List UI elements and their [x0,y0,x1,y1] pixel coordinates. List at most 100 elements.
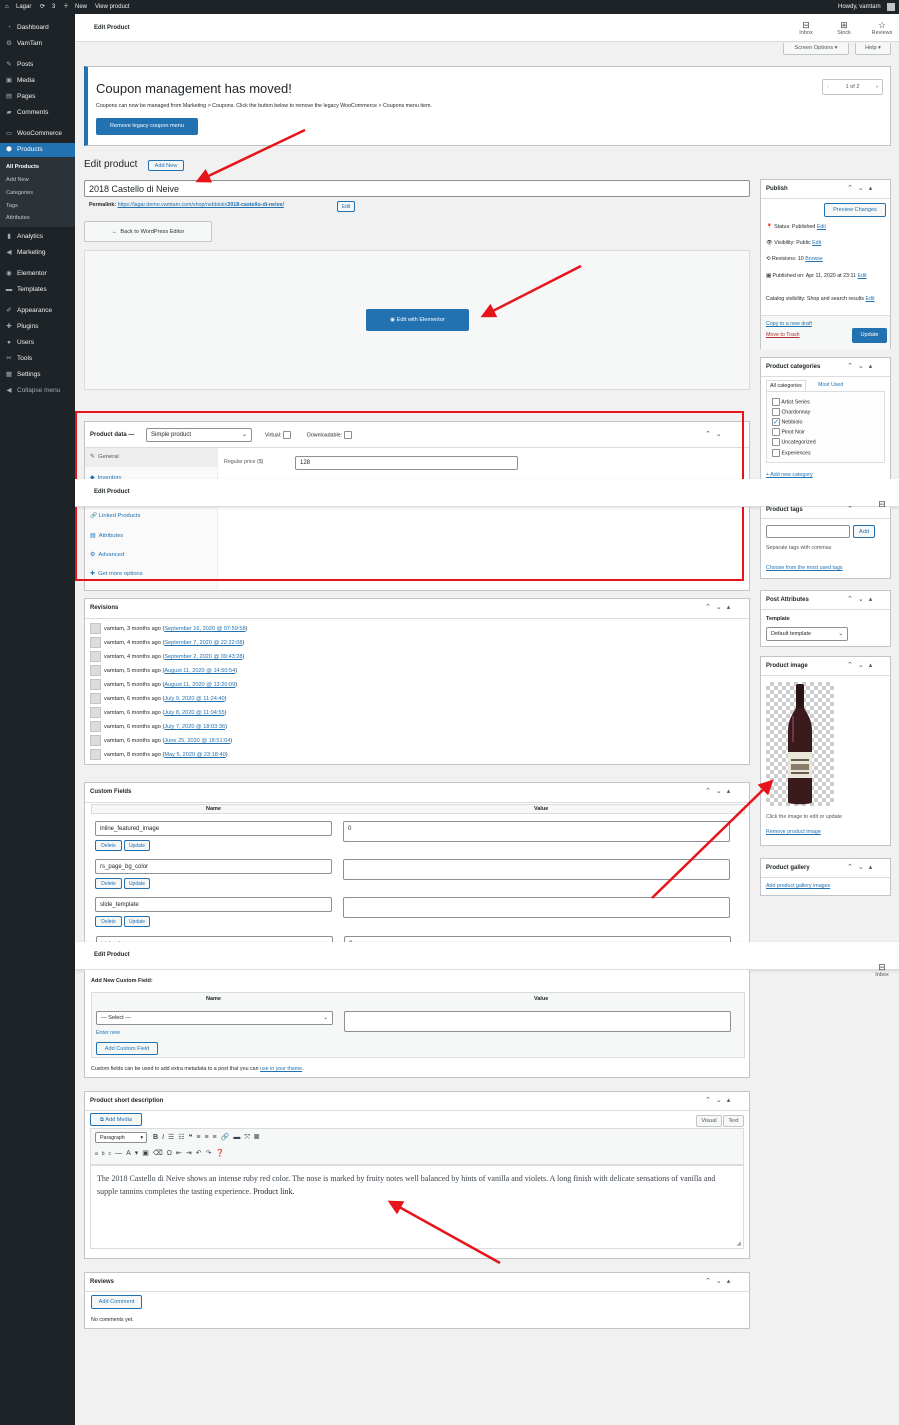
submenu-tags[interactable]: Tags [6,203,18,209]
user-avatar[interactable] [887,3,895,11]
revision-link[interactable]: September 7, 2020 @ 22:22:08 [164,640,242,646]
custom-field-key-select[interactable]: — Select — ⌄ [96,1011,333,1025]
delete-button[interactable]: Delete [95,916,122,927]
gallery-toggles[interactable]: ⌃⌄▴ [847,863,877,871]
add-custom-field-button[interactable]: Add Custom Field [96,1042,158,1055]
category-checkbox[interactable] [772,449,780,457]
permalink-link[interactable]: https://lagar.demo.vamtam.com/shop/nebbi… [118,202,284,208]
sticky-inbox-button[interactable]: ⊟Inbox [868,962,896,978]
sidebar-item-analytics[interactable]: ▮ Analytics [0,230,75,244]
choose-tags-link[interactable]: Choose from the most used tags [766,565,843,571]
edit-catalog-visibility-link[interactable]: Edit [866,296,875,302]
toolbar-row-1[interactable]: BI☰☷❝≡≡≡🔗▬⤧▦ [153,1133,263,1142]
stock-button[interactable]: ⊞ Stock [830,20,858,36]
visual-tab[interactable]: Visual [696,1115,722,1127]
product-image-toggles[interactable]: ⌃⌄▴ [847,661,877,669]
post-attributes-toggles[interactable]: ⌃⌄▴ [847,595,877,603]
sidebar-item-templates[interactable]: ▬ Templates [0,283,75,297]
add-tag-button[interactable]: Add [853,525,875,538]
sidebar-collapse-menu[interactable]: ◀ Collapse menu [0,384,75,398]
revision-link[interactable]: August 11, 2020 @ 14:50:54 [164,668,235,674]
sidebar-item-elementor[interactable]: ◉ Elementor [0,267,75,281]
revision-link[interactable]: July 7, 2020 @ 18:03:36 [164,724,225,730]
add-media-button[interactable]: ⧉ Add Media [90,1113,142,1126]
category-item[interactable]: Uncategorized [772,438,816,446]
sidebar-item-media[interactable]: ▣ Media [0,74,75,88]
howdy-user-link[interactable]: Howdy, vamtam [838,0,881,14]
category-item[interactable]: Artist Series [772,398,810,406]
browse-revisions-link[interactable]: Browse [805,256,823,262]
category-checkbox[interactable] [772,428,780,436]
add-gallery-images-link[interactable]: Add product gallery images [766,883,830,889]
update-button[interactable]: Update [124,840,150,851]
category-item[interactable]: ✓ Nebbiolo [772,418,802,426]
sidebar-item-posts[interactable]: ✎ Posts [0,58,75,72]
move-to-trash-link[interactable]: Move to Trash [766,332,800,338]
categories-toggles[interactable]: ⌃⌄▴ [847,362,877,370]
screen-options-button[interactable]: Screen Options ▾ [783,43,849,55]
publish-toggles[interactable]: ⌃⌄▴ [847,184,877,192]
custom-field-value-input[interactable] [343,897,730,918]
product-title-input[interactable]: 2018 Castello di Neive [84,180,750,197]
custom-field-name-input[interactable]: slide_template [95,897,332,912]
revision-link[interactable]: August 11, 2020 @ 13:20:09 [164,682,235,688]
custom-field-name-input[interactable]: rs_page_bg_color [95,859,332,874]
remove-product-image-link[interactable]: Remove product image [766,829,821,835]
sidebar-item-users[interactable]: ● Users [0,336,75,350]
revision-link[interactable]: May 5, 2020 @ 23:18:40 [164,752,225,758]
sidebar-item-comments[interactable]: ▰ Comments [0,106,75,120]
category-item[interactable]: Pinot Noir [772,428,805,436]
update-button[interactable]: Update [124,916,150,927]
edit-with-elementor-button[interactable]: ◉ Edit with Elementor [366,309,469,331]
tags-toggles[interactable]: ⌃ [847,505,858,513]
submenu-categories[interactable]: Categories [6,190,33,196]
edit-date-link[interactable]: Edit [857,273,866,279]
delete-button[interactable]: Delete [95,878,122,889]
add-new-category-link[interactable]: + Add new category [766,472,813,478]
inbox-button[interactable]: ⊟ Inbox [792,20,820,36]
reviews-toggles[interactable]: ⌃⌄▴ [705,1277,735,1285]
sidebar-item-tools[interactable]: ✂ Tools [0,352,75,366]
revision-link[interactable]: July 8, 2020 @ 11:04:55 [164,710,224,716]
custom-field-value-input[interactable]: 0 [343,821,730,842]
help-button[interactable]: Help ▾ [855,43,891,55]
revision-link[interactable]: June 25, 2020 @ 18:51:04 [164,738,230,744]
updates-count[interactable]: 3 [52,0,55,14]
custom-field-new-value-input[interactable] [344,1011,731,1032]
revisions-toggles[interactable]: ⌃⌄▴ [705,603,735,611]
enter-new-link[interactable]: Enter new [96,1030,120,1036]
add-new-button[interactable]: Add New [148,160,184,171]
plus-icon[interactable]: ＋ [63,0,69,14]
copy-to-draft-link[interactable]: Copy to a new draft [766,321,812,327]
custom-fields-toggles[interactable]: ⌃⌄▴ [705,787,735,795]
category-checkbox-checked[interactable]: ✓ [772,418,780,426]
sidebar-item-pages[interactable]: ▤ Pages [0,90,75,104]
short-description-toggles[interactable]: ⌃⌄▴ [705,1096,735,1104]
product-image-thumbnail[interactable] [766,682,834,806]
category-item[interactable]: Chardonnay [772,408,810,416]
sidebar-item-settings[interactable]: ▦ Settings [0,368,75,382]
submenu-add-new[interactable]: Add New [6,177,29,183]
permalink-edit-button[interactable]: Edit [337,201,355,212]
category-checkbox[interactable] [772,408,780,416]
sidebar-item-products[interactable]: ⬢ Products [0,143,75,157]
category-checkbox[interactable] [772,438,780,446]
sidebar-item-appearance[interactable]: ✐ Appearance [0,304,75,318]
edit-status-link[interactable]: Edit [817,224,826,230]
edit-visibility-link[interactable]: Edit [812,240,821,246]
short-description-editor[interactable]: The 2018 Castello di Neive shows an inte… [90,1165,744,1249]
use-in-theme-link[interactable]: use in your theme [260,1066,302,1072]
tab-all-categories[interactable]: All categories [766,380,806,391]
sidebar-item-plugins[interactable]: ✚ Plugins [0,320,75,334]
revision-link[interactable]: July 9, 2020 @ 11:24:40 [164,696,224,702]
new-tag-input[interactable] [766,525,850,538]
delete-button[interactable]: Delete [95,840,122,851]
pager-next-icon[interactable]: › [876,80,878,95]
revision-link[interactable]: September 16, 2020 @ 07:59:58 [164,626,245,632]
new-content-link[interactable]: New [75,0,87,14]
wordpress-home-icon[interactable]: ⌂ [5,0,9,14]
category-checkbox[interactable] [772,398,780,406]
pager-prev-icon[interactable]: ‹ [827,80,829,95]
reviews-button[interactable]: ☆ Reviews [867,20,897,36]
view-product-link[interactable]: View product [95,0,130,14]
